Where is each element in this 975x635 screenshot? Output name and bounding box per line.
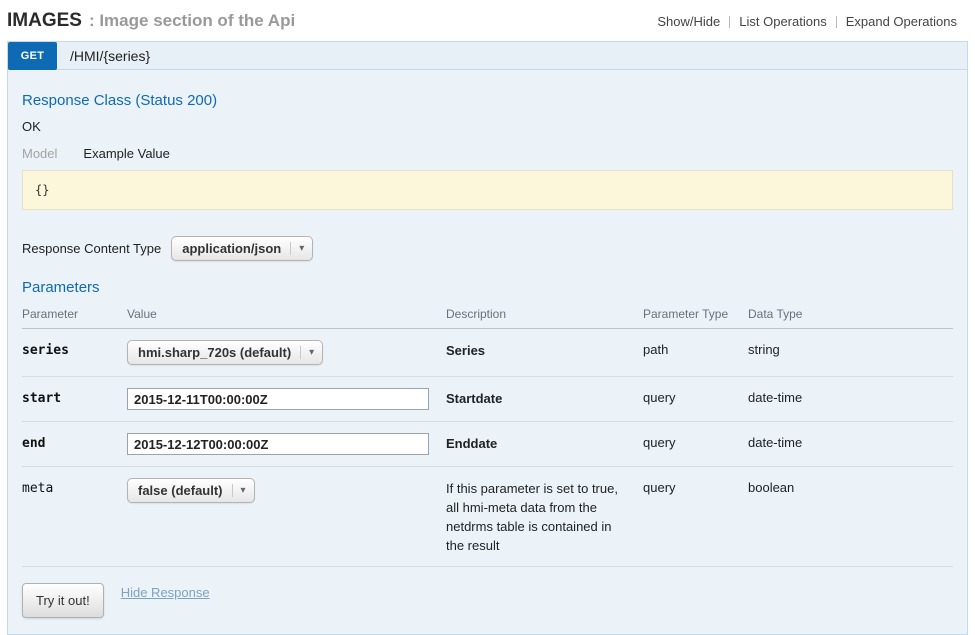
col-header-data-type: Data Type bbox=[748, 300, 953, 329]
hide-response-link[interactable]: Hide Response bbox=[121, 585, 210, 600]
get-operation: GET /HMI/{series} Response Class (Status… bbox=[7, 41, 968, 635]
meta-select-value: false (default) bbox=[138, 483, 223, 498]
series-select[interactable]: hmi.sharp_720s (default) bbox=[127, 340, 323, 365]
col-header-parameter: Parameter bbox=[22, 300, 127, 329]
response-content-type-select[interactable]: application/json bbox=[171, 236, 313, 261]
operation-footer: Try it out! Hide Response bbox=[22, 583, 953, 618]
try-it-out-button[interactable]: Try it out! bbox=[22, 583, 104, 618]
parameters-table: Parameter Value Description Parameter Ty… bbox=[22, 300, 953, 567]
table-header-row: Parameter Value Description Parameter Ty… bbox=[22, 300, 953, 329]
param-type-end: query bbox=[643, 422, 748, 467]
param-row-series: series hmi.sharp_720s (default) Series p… bbox=[22, 329, 953, 377]
param-description-start: Startdate bbox=[446, 377, 643, 422]
param-description-meta: If this parameter is set to true, all hm… bbox=[446, 467, 643, 567]
param-description-series: Series bbox=[446, 329, 643, 377]
swagger-page: IMAGES : Image section of the Api Show/H… bbox=[0, 0, 975, 635]
operation-path[interactable]: /HMI/{series} bbox=[70, 48, 150, 64]
param-type-series: path bbox=[643, 329, 748, 377]
param-row-meta: meta false (default) If this parameter i… bbox=[22, 467, 953, 567]
response-tabs: Model Example Value bbox=[22, 146, 953, 161]
end-input[interactable] bbox=[127, 433, 429, 455]
param-name-meta: meta bbox=[22, 467, 127, 567]
response-content-type-value: application/json bbox=[182, 241, 281, 256]
param-name-end: end bbox=[22, 422, 127, 467]
operation-content: Response Class (Status 200) OK Model Exa… bbox=[7, 69, 968, 635]
param-name-series: series bbox=[22, 329, 127, 377]
resource-subtitle: : Image section of the Api bbox=[89, 11, 295, 31]
param-name-start: start bbox=[22, 377, 127, 422]
chevron-down-icon bbox=[290, 242, 304, 255]
meta-select[interactable]: false (default) bbox=[127, 478, 255, 503]
show-hide-link[interactable]: Show/Hide bbox=[648, 14, 729, 29]
data-type-meta: boolean bbox=[748, 467, 953, 567]
data-type-series: string bbox=[748, 329, 953, 377]
tab-example-value[interactable]: Example Value bbox=[83, 146, 169, 161]
series-select-value: hmi.sharp_720s (default) bbox=[138, 345, 291, 360]
response-status-text: OK bbox=[22, 119, 953, 134]
http-method-badge[interactable]: GET bbox=[8, 42, 57, 70]
col-header-description: Description bbox=[446, 300, 643, 329]
chevron-down-icon bbox=[232, 484, 246, 497]
tab-model[interactable]: Model bbox=[22, 146, 57, 161]
data-type-start: date-time bbox=[748, 377, 953, 422]
param-type-start: query bbox=[643, 377, 748, 422]
param-description-end: Enddate bbox=[446, 422, 643, 467]
response-class-heading: Response Class (Status 200) bbox=[22, 92, 953, 109]
example-value-block: {} bbox=[22, 170, 953, 210]
expand-operations-link[interactable]: Expand Operations bbox=[837, 14, 966, 29]
start-input[interactable] bbox=[127, 388, 429, 410]
data-type-end: date-time bbox=[748, 422, 953, 467]
parameters-heading: Parameters bbox=[22, 279, 953, 296]
col-header-parameter-type: Parameter Type bbox=[643, 300, 748, 329]
response-content-type-label: Response Content Type bbox=[22, 241, 161, 256]
resource-header: IMAGES : Image section of the Api Show/H… bbox=[7, 0, 968, 41]
param-row-end: end Enddate query date-time bbox=[22, 422, 953, 467]
resource-links: Show/Hide List Operations Expand Operati… bbox=[648, 14, 966, 29]
param-row-start: start Startdate query date-time bbox=[22, 377, 953, 422]
response-content-type-row: Response Content Type application/json bbox=[22, 236, 953, 261]
operation-heading[interactable]: GET /HMI/{series} bbox=[7, 41, 968, 69]
list-operations-link[interactable]: List Operations bbox=[730, 14, 835, 29]
chevron-down-icon bbox=[300, 346, 314, 359]
param-type-meta: query bbox=[643, 467, 748, 567]
col-header-value: Value bbox=[127, 300, 446, 329]
resource-title: IMAGES bbox=[7, 10, 82, 32]
